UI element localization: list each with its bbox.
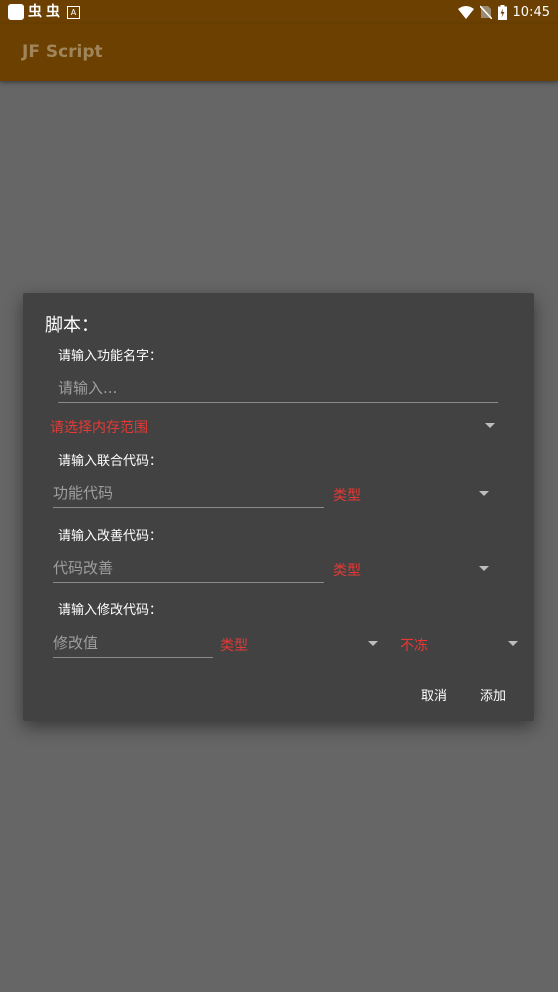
joint-code-label: 请输入联合代码： (58, 454, 163, 469)
cancel-button[interactable]: 取消 (421, 685, 447, 704)
script-dialog: 脚本： 请输入功能名字： 请输入... 请选择内存范围 请输入联合代码： 功能代… (23, 293, 534, 721)
modify-code-label: 请输入修改代码： (58, 603, 163, 618)
status-right-icons: 10:45 (457, 3, 550, 21)
bug-notification-icon-2: 虫 (46, 4, 60, 20)
app-bar: JF Script (0, 24, 558, 81)
app-notification-icon (8, 4, 24, 20)
status-time: 10:45 (512, 4, 550, 20)
dropdown-arrow-icon (508, 641, 518, 646)
memory-range-value: 请选择内存范围 (50, 420, 148, 436)
memory-range-spinner[interactable]: 请选择内存范围 (50, 415, 495, 437)
modify-code-type-value: 类型 (220, 638, 248, 654)
battery-charging-icon (497, 4, 507, 20)
status-bar: 虫 虫 A 10:45 (0, 0, 558, 24)
joint-code-type-spinner[interactable]: 类型 (333, 483, 489, 505)
wifi-icon (457, 5, 474, 19)
improve-code-label: 请输入改善代码： (58, 529, 163, 544)
function-name-label: 请输入功能名字： (58, 349, 163, 364)
modify-value-input[interactable]: 修改值 (53, 632, 213, 658)
dialog-title: 脚本： (45, 315, 99, 336)
improve-code-type-spinner[interactable]: 类型 (333, 558, 489, 580)
a-notification-icon: A (67, 5, 80, 19)
app-title: JF Script (22, 42, 103, 62)
joint-code-input[interactable]: 功能代码 (53, 482, 324, 508)
improve-code-input[interactable]: 代码改善 (53, 557, 324, 583)
freeze-spinner[interactable]: 不冻 (400, 633, 518, 655)
no-sim-icon (479, 5, 492, 19)
dropdown-arrow-icon (479, 491, 489, 496)
freeze-value: 不冻 (400, 638, 428, 654)
modify-code-type-spinner[interactable]: 类型 (220, 633, 378, 655)
dropdown-arrow-icon (485, 423, 495, 428)
function-name-input[interactable]: 请输入... (58, 377, 498, 403)
dropdown-arrow-icon (479, 566, 489, 571)
add-button[interactable]: 添加 (480, 685, 506, 704)
status-left-icons: 虫 虫 A (8, 3, 80, 21)
improve-code-type-value: 类型 (333, 563, 361, 579)
bug-notification-icon: 虫 (28, 4, 42, 20)
dropdown-arrow-icon (368, 641, 378, 646)
joint-code-type-value: 类型 (333, 488, 361, 504)
